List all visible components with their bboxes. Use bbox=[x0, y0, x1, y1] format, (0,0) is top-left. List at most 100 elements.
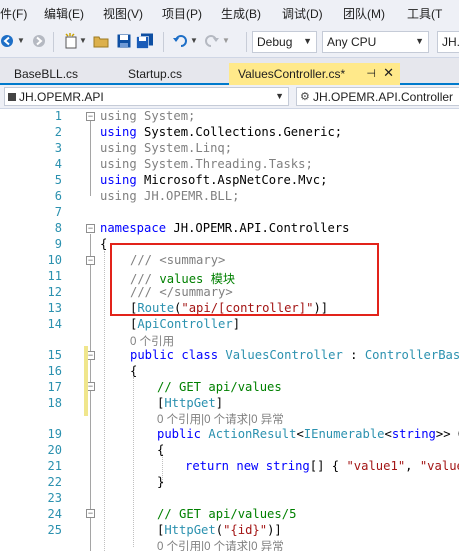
line-number: 7 bbox=[54, 205, 62, 219]
line-number: 13 bbox=[47, 301, 62, 315]
fold-guide bbox=[90, 121, 91, 196]
platform-value: Any CPU bbox=[327, 35, 377, 49]
line-number: 19 bbox=[47, 427, 62, 441]
menu-project[interactable]: 项目(P) bbox=[162, 5, 202, 22]
line-number: 9 bbox=[54, 237, 62, 251]
code-editor[interactable]: 1 2 3 4 5 6 7 8 9 10 11 12 13 14 15 16 1… bbox=[0, 109, 459, 551]
undo-icon[interactable] bbox=[172, 33, 188, 49]
collapse-icon[interactable]: − bbox=[86, 112, 95, 121]
collapse-icon[interactable]: − bbox=[86, 224, 95, 233]
collapse-icon[interactable]: − bbox=[86, 509, 95, 518]
save-icon[interactable] bbox=[116, 33, 132, 49]
line-number: 5 bbox=[54, 173, 62, 187]
document-tabs: BaseBLL.cs Startup.cs ValuesController.c… bbox=[0, 58, 459, 85]
line-number: 2 bbox=[54, 125, 62, 139]
toolbar: ▼ ▼ ▼ ▼ Debug ▼ Any CPU ▼ JH. bbox=[0, 26, 459, 58]
line-number: 18 bbox=[47, 396, 62, 410]
tab-label: Startup.cs bbox=[128, 67, 183, 81]
code-line: using System; bbox=[100, 109, 196, 123]
chevron-down-icon[interactable]: ▼ bbox=[221, 32, 231, 50]
menu-debug[interactable]: 调试(D) bbox=[282, 5, 323, 22]
line-number: 4 bbox=[54, 157, 62, 171]
line-number: 3 bbox=[54, 141, 62, 155]
code-line: { bbox=[130, 364, 138, 378]
menu-file[interactable]: 件(F) bbox=[0, 5, 27, 22]
code-line: using System.Threading.Tasks; bbox=[100, 157, 313, 171]
chevron-down-icon[interactable]: ▼ bbox=[189, 32, 199, 50]
class-icon: ⚙ bbox=[300, 91, 310, 103]
project-dropdown[interactable]: JH.OPEMR.API ▼ bbox=[4, 87, 289, 106]
collapse-icon[interactable]: − bbox=[86, 256, 95, 265]
codelens-references[interactable]: 0 个引用|0 个请求|0 异常 bbox=[157, 411, 284, 427]
indent-guide bbox=[133, 377, 134, 547]
code-line: using System.Linq; bbox=[100, 141, 233, 155]
project-icon bbox=[8, 93, 16, 101]
code-line: public ActionResult<IEnumerable<string>>… bbox=[157, 427, 459, 441]
line-number: 14 bbox=[47, 317, 62, 331]
code-line: } bbox=[157, 475, 165, 489]
save-all-icon[interactable] bbox=[136, 33, 154, 49]
line-number: 17 bbox=[47, 380, 62, 394]
code-line: // GET api/values/5 bbox=[157, 507, 297, 521]
project-value: JH.OPEMR.API bbox=[19, 90, 104, 104]
startup-project-select[interactable]: JH. bbox=[437, 31, 459, 53]
codelens-references[interactable]: 0 个引用|0 个请求|0 异常 bbox=[157, 538, 284, 551]
line-number: 6 bbox=[54, 189, 62, 203]
code-line: { bbox=[157, 443, 165, 457]
line-number: 12 bbox=[47, 285, 62, 299]
code-line: return new string[] { "value1", "value2" bbox=[185, 459, 459, 473]
chevron-down-icon[interactable]: ▼ bbox=[16, 32, 26, 50]
line-number: 10 bbox=[47, 253, 62, 267]
tab-valuescontroller[interactable]: ValuesController.cs* ⊣ ✕ bbox=[229, 63, 400, 85]
highlight-annotation-box bbox=[110, 243, 379, 316]
menu-tools[interactable]: 工具(T bbox=[407, 5, 442, 22]
line-number: 22 bbox=[47, 475, 62, 489]
tab-startup[interactable]: Startup.cs bbox=[114, 63, 228, 85]
menu-build[interactable]: 生成(B) bbox=[221, 5, 261, 22]
code-line: // GET api/values bbox=[157, 380, 282, 394]
close-icon[interactable]: ✕ bbox=[383, 65, 394, 81]
code-line: using Microsoft.AspNetCore.Mvc; bbox=[100, 173, 328, 187]
line-number: 25 bbox=[47, 523, 62, 537]
menu-view[interactable]: 视图(V) bbox=[103, 5, 143, 22]
navigation-bar: JH.OPEMR.API ▼ ⚙ JH.OPEMR.API.Controller bbox=[0, 85, 459, 109]
code-line: [HttpGet] bbox=[157, 396, 224, 410]
menu-edit[interactable]: 编辑(E) bbox=[44, 5, 84, 22]
code-line: { bbox=[100, 237, 108, 251]
class-dropdown[interactable]: ⚙ JH.OPEMR.API.Controller bbox=[296, 87, 459, 106]
code-line: using JH.OPEMR.BLL; bbox=[100, 189, 240, 203]
tab-basebll[interactable]: BaseBLL.cs bbox=[0, 63, 114, 85]
pin-icon[interactable]: ⊣ bbox=[366, 67, 376, 80]
code-line: namespace JH.OPEMR.API.Controllers bbox=[100, 221, 350, 235]
line-number: 21 bbox=[47, 459, 62, 473]
code-line: [HttpGet("{id}")] bbox=[157, 523, 282, 537]
startup-project-value: JH. bbox=[442, 35, 459, 49]
redo-icon[interactable] bbox=[204, 33, 220, 49]
back-icon[interactable] bbox=[0, 34, 14, 48]
line-number: 23 bbox=[47, 491, 62, 505]
configuration-value: Debug bbox=[257, 35, 293, 49]
configuration-select[interactable]: Debug ▼ bbox=[252, 31, 317, 53]
line-number: 11 bbox=[47, 269, 62, 283]
line-number: 15 bbox=[47, 348, 62, 362]
code-line: [ApiController] bbox=[130, 317, 241, 331]
menu-team[interactable]: 团队(M) bbox=[343, 5, 385, 22]
tab-label: ValuesController.cs* bbox=[238, 67, 346, 81]
chevron-down-icon: ▼ bbox=[303, 36, 312, 46]
platform-select[interactable]: Any CPU ▼ bbox=[322, 31, 429, 53]
line-number: 24 bbox=[47, 507, 62, 521]
code-line: using System.Collections.Generic; bbox=[100, 125, 343, 139]
code-line: public class ValuesController : Controll… bbox=[130, 348, 459, 362]
line-number: 20 bbox=[47, 443, 62, 457]
chevron-down-icon: ▼ bbox=[415, 36, 424, 46]
open-folder-icon[interactable] bbox=[93, 33, 109, 49]
indent-guide bbox=[104, 251, 105, 551]
fold-guide bbox=[90, 234, 91, 551]
menu-bar: 件(F) 编辑(E) 视图(V) 项目(P) 生成(B) 调试(D) 团队(M)… bbox=[0, 0, 459, 26]
line-number: 16 bbox=[47, 364, 62, 378]
chevron-down-icon[interactable]: ▼ bbox=[78, 32, 88, 50]
line-number: 1 bbox=[54, 109, 62, 123]
codelens-references[interactable]: 0 个引用 bbox=[130, 333, 174, 349]
forward-icon[interactable] bbox=[32, 34, 46, 48]
new-project-icon[interactable] bbox=[63, 33, 79, 49]
